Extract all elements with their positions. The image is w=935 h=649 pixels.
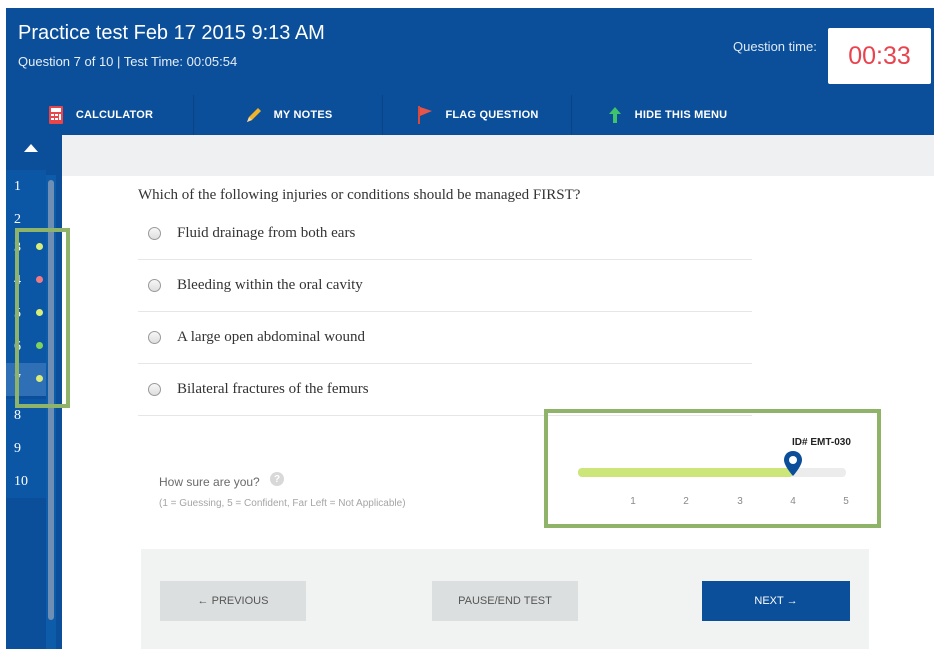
question-timer: 00:33	[828, 28, 931, 84]
menu-bar-filler	[760, 95, 934, 135]
my-notes-label: MY NOTES	[273, 109, 333, 121]
radio-button[interactable]	[148, 227, 161, 240]
answer-option[interactable]: Bleeding within the oral cavity	[138, 260, 752, 312]
hide-menu-label: HIDE THIS MENU	[634, 109, 728, 121]
question-time-label: Question time:	[733, 39, 817, 54]
flag-question-label: FLAG QUESTION	[445, 109, 539, 121]
flag-icon	[415, 105, 435, 125]
answer-option-text: Bilateral fractures of the femurs	[177, 381, 369, 397]
tool-menu: CALCULATOR MY NOTES FLAG QUESTION HIDE T…	[6, 95, 760, 135]
slider-highlight-box	[544, 409, 881, 528]
question-number: 9	[14, 440, 21, 456]
answer-option-text: Bleeding within the oral cavity	[177, 277, 363, 293]
content-top-strip	[62, 135, 934, 176]
help-icon[interactable]: ?	[270, 472, 284, 486]
pause-end-test-button[interactable]: PAUSE/END TEST	[432, 581, 578, 621]
question-timer-value: 00:33	[848, 41, 911, 70]
radio-button[interactable]	[148, 383, 161, 396]
question-nav-item-9[interactable]: 9	[6, 432, 46, 465]
test-progress: Question 7 of 10 | Test Time: 00:05:54	[18, 54, 238, 69]
radio-button[interactable]	[148, 279, 161, 292]
calculator-button[interactable]: CALCULATOR	[6, 95, 193, 135]
question-number: 1	[14, 178, 21, 194]
answer-option[interactable]: Fluid drainage from both ears	[138, 208, 752, 260]
question-text: Which of the following injuries or condi…	[138, 187, 581, 203]
question-nav-item-1[interactable]: 1	[6, 170, 46, 203]
pencil-icon	[244, 105, 264, 125]
previous-button[interactable]: ← PREVIOUS	[160, 581, 306, 621]
help-glyph: ?	[273, 473, 281, 485]
my-notes-button[interactable]: MY NOTES	[194, 95, 382, 135]
previous-label: ← PREVIOUS	[197, 595, 269, 607]
pause-end-test-label: PAUSE/END TEST	[458, 595, 552, 607]
calculator-label: CALCULATOR	[75, 109, 154, 121]
arrow-up-icon	[605, 105, 625, 125]
scroll-up-arrow-icon[interactable]	[24, 144, 38, 152]
radio-button[interactable]	[148, 331, 161, 344]
answer-option-text: A large open abdominal wound	[177, 329, 366, 345]
hide-menu-button[interactable]: HIDE THIS MENU	[572, 95, 760, 135]
sidebar-highlight-box	[15, 228, 70, 408]
question-number: 10	[14, 473, 28, 489]
test-title: Practice test Feb 17 2015 9:13 AM	[18, 22, 325, 44]
question-number: 2	[14, 211, 21, 227]
calculator-icon	[46, 105, 66, 125]
answer-option-text: Fluid drainage from both ears	[177, 225, 356, 241]
question-number: 8	[14, 407, 21, 423]
confidence-label: How sure are you?	[159, 475, 260, 489]
next-label: NEXT →	[754, 595, 798, 607]
answer-option[interactable]: A large open abdominal wound	[138, 312, 752, 364]
flag-question-button[interactable]: FLAG QUESTION	[383, 95, 571, 135]
next-button[interactable]: NEXT →	[702, 581, 850, 621]
confidence-hint: (1 = Guessing, 5 = Confident, Far Left =…	[159, 498, 406, 509]
question-nav-item-10[interactable]: 10	[6, 465, 46, 498]
